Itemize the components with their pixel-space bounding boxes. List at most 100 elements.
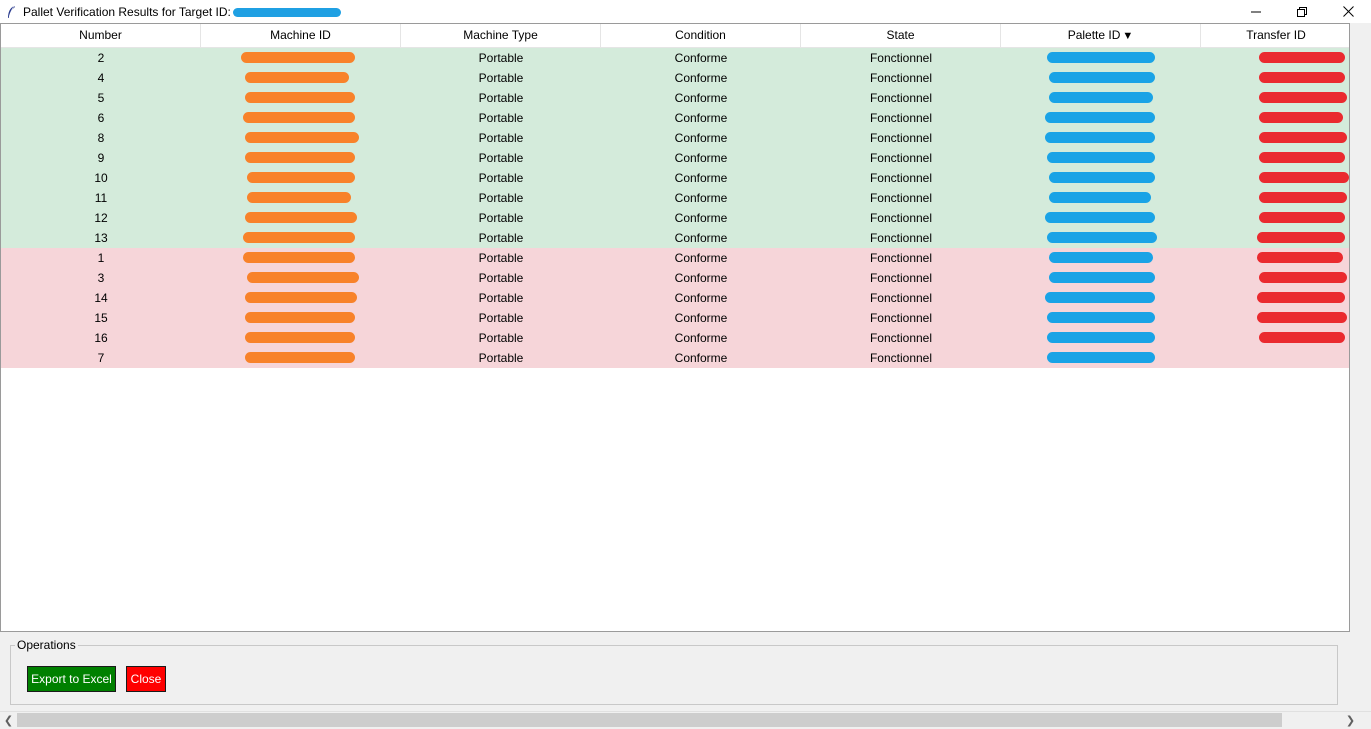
table-row[interactable]: 1 Portable Conforme Fonctionnel <box>1 248 1349 268</box>
redacted-palette-id <box>1047 332 1155 343</box>
cell-machine-id <box>201 268 401 288</box>
horizontal-scrollbar[interactable]: ❮ ❯ <box>0 711 1371 728</box>
table-row[interactable]: 2 Portable Conforme Fonctionnel <box>1 48 1349 68</box>
redacted-palette-id <box>1049 272 1155 283</box>
scroll-left-icon[interactable]: ❮ <box>0 712 17 729</box>
restore-icon <box>1297 6 1307 17</box>
cell-state: Fonctionnel <box>869 91 933 105</box>
cell-number: 6 <box>97 111 105 125</box>
table-row[interactable]: 14 Portable Conforme Fonctionnel <box>1 288 1349 308</box>
scroll-right-icon[interactable]: ❯ <box>1342 712 1359 729</box>
cell-machine-id <box>201 148 401 168</box>
cell-machine-type: Portable <box>478 91 524 105</box>
redacted-transfer-id <box>1259 272 1347 283</box>
redacted-palette-id <box>1049 172 1155 183</box>
column-header-transfer-id[interactable]: Transfer ID <box>1201 24 1349 47</box>
cell-number: 10 <box>94 171 108 185</box>
table-row[interactable]: 11 Portable Conforme Fonctionnel <box>1 188 1349 208</box>
cell-state: Fonctionnel <box>869 351 933 365</box>
table-row[interactable]: 12 Portable Conforme Fonctionnel <box>1 208 1349 228</box>
close-icon <box>1342 6 1354 17</box>
table-row[interactable]: 9 Portable Conforme Fonctionnel <box>1 148 1349 168</box>
minimize-button[interactable] <box>1233 0 1279 23</box>
cell-palette-id <box>1001 268 1201 288</box>
cell-palette-id <box>1001 188 1201 208</box>
window-title: Pallet Verification Results for Target I… <box>22 5 341 19</box>
table-row[interactable]: 8 Portable Conforme Fonctionnel <box>1 128 1349 148</box>
cell-number: 4 <box>97 71 105 85</box>
title-bar: Pallet Verification Results for Target I… <box>0 0 1371 23</box>
cell-condition: Conforme <box>674 51 728 65</box>
cell-number: 7 <box>97 351 105 365</box>
redacted-machine-id <box>245 352 355 363</box>
redacted-palette-id <box>1047 232 1157 243</box>
column-header-condition[interactable]: Condition <box>601 24 801 47</box>
redacted-machine-id <box>247 172 355 183</box>
table-row[interactable]: 16 Portable Conforme Fonctionnel <box>1 328 1349 348</box>
column-header-state[interactable]: State <box>801 24 1001 47</box>
redacted-machine-id <box>247 272 359 283</box>
table-row[interactable]: 7 Portable Conforme Fonctionnel <box>1 348 1349 368</box>
cell-condition: Conforme <box>674 111 728 125</box>
cell-machine-type: Portable <box>478 111 524 125</box>
close-button[interactable]: Close <box>126 666 166 692</box>
cell-transfer-id <box>1201 228 1349 248</box>
restore-button[interactable] <box>1279 0 1325 23</box>
close-window-button[interactable] <box>1325 0 1371 23</box>
sort-descending-icon: ▼ <box>1122 30 1134 42</box>
cell-number: 11 <box>94 191 108 205</box>
redacted-machine-id <box>245 92 355 103</box>
table-row[interactable]: 15 Portable Conforme Fonctionnel <box>1 308 1349 328</box>
redacted-transfer-id <box>1257 292 1345 303</box>
cell-state: Fonctionnel <box>869 191 933 205</box>
redacted-transfer-id <box>1257 252 1343 263</box>
cell-palette-id <box>1001 88 1201 108</box>
cell-machine-id <box>201 248 401 268</box>
table-row[interactable]: 6 Portable Conforme Fonctionnel <box>1 108 1349 128</box>
cell-palette-id <box>1001 128 1201 148</box>
export-to-excel-button[interactable]: Export to Excel <box>27 666 116 692</box>
cell-machine-id <box>201 168 401 188</box>
redacted-transfer-id <box>1257 232 1345 243</box>
cell-palette-id <box>1001 168 1201 188</box>
redacted-machine-id <box>245 132 359 143</box>
table-row[interactable]: 5 Portable Conforme Fonctionnel <box>1 88 1349 108</box>
results-table[interactable]: Number Machine ID Machine Type Condition… <box>0 23 1350 632</box>
cell-state: Fonctionnel <box>869 271 933 285</box>
redacted-machine-id <box>243 112 355 123</box>
redacted-palette-id <box>1045 112 1155 123</box>
cell-transfer-id <box>1201 108 1349 128</box>
cell-machine-id <box>201 228 401 248</box>
scrollbar-thumb[interactable] <box>17 713 1282 727</box>
cell-state: Fonctionnel <box>869 251 933 265</box>
cell-state: Fonctionnel <box>869 71 933 85</box>
table-row[interactable]: 4 Portable Conforme Fonctionnel <box>1 68 1349 88</box>
redacted-machine-id <box>245 332 355 343</box>
cell-state: Fonctionnel <box>869 151 933 165</box>
redacted-machine-id <box>245 152 355 163</box>
cell-condition: Conforme <box>674 331 728 345</box>
table-row[interactable]: 3 Portable Conforme Fonctionnel <box>1 268 1349 288</box>
column-header-machine-id[interactable]: Machine ID <box>201 24 401 47</box>
cell-transfer-id <box>1201 188 1349 208</box>
table-row[interactable]: 13 Portable Conforme Fonctionnel <box>1 228 1349 248</box>
cell-state: Fonctionnel <box>869 291 933 305</box>
redacted-palette-id <box>1047 312 1155 323</box>
cell-state: Fonctionnel <box>869 51 933 65</box>
cell-machine-type: Portable <box>478 151 524 165</box>
cell-palette-id <box>1001 208 1201 228</box>
cell-transfer-id <box>1201 208 1349 228</box>
cell-transfer-id <box>1201 288 1349 308</box>
column-header-palette-id[interactable]: Palette ID ▼ <box>1001 24 1201 47</box>
column-header-number[interactable]: Number <box>1 24 201 47</box>
cell-machine-id <box>201 108 401 128</box>
cell-palette-id <box>1001 328 1201 348</box>
table-row[interactable]: 10 Portable Conforme Fonctionnel <box>1 168 1349 188</box>
cell-number: 16 <box>94 331 108 345</box>
redacted-palette-id <box>1049 192 1151 203</box>
cell-machine-id <box>201 208 401 228</box>
column-header-machine-type[interactable]: Machine Type <box>401 24 601 47</box>
cell-condition: Conforme <box>674 231 728 245</box>
cell-condition: Conforme <box>674 351 728 365</box>
cell-palette-id <box>1001 288 1201 308</box>
